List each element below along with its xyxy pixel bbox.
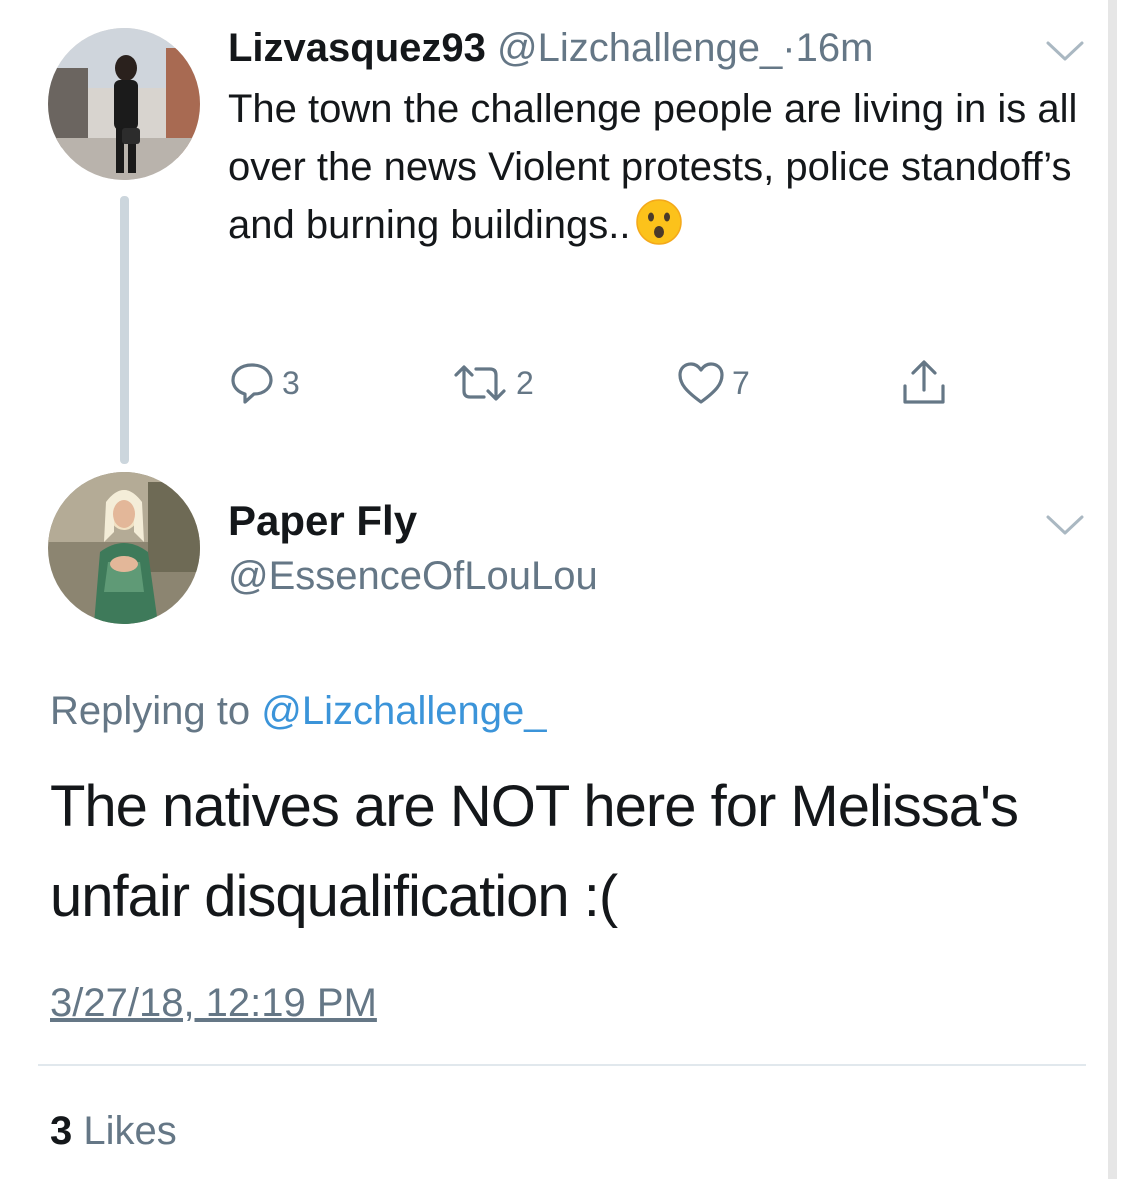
author-name[interactable]: Lizvasquez93 <box>228 26 486 70</box>
like-count: 7 <box>732 364 750 401</box>
reply-count: 3 <box>282 364 300 401</box>
separator-dot: · <box>782 26 796 70</box>
retweet-icon <box>454 365 506 401</box>
replying-to: Replying to @Lizchallenge_ <box>50 686 546 736</box>
reply-timestamp[interactable]: 3/27/18, 12:19 PM <box>50 978 377 1028</box>
heart-icon <box>678 362 724 404</box>
retweet-count: 2 <box>516 364 534 401</box>
thread-line <box>120 196 129 464</box>
likes-label: Likes <box>83 1109 177 1153</box>
reply-author-name[interactable]: Paper Fly <box>228 496 417 546</box>
share-icon <box>903 360 945 404</box>
reply-text-line-1: The natives are NOT here for Melissa's <box>50 774 1019 839</box>
retweet-button[interactable]: 2 <box>450 358 534 408</box>
chevron-down-icon[interactable] <box>1044 512 1086 538</box>
hushed-face-emoji <box>635 198 683 262</box>
likes-summary[interactable]: 3 Likes <box>50 1106 177 1156</box>
like-button[interactable]: 7 <box>676 358 750 408</box>
tweet-header: Lizvasquez93 @Lizchallenge_·16m <box>228 26 873 70</box>
divider <box>38 1064 1086 1066</box>
reply-button[interactable]: 3 <box>228 358 300 408</box>
reply-author-handle[interactable]: @EssenceOfLouLou <box>228 552 598 600</box>
avatar[interactable] <box>48 28 200 180</box>
reply-icon <box>231 363 273 404</box>
avatar[interactable] <box>48 472 200 624</box>
reply-text-line-2: unfair disqualification :( <box>50 864 618 929</box>
scroll-indicator[interactable] <box>1108 0 1117 1179</box>
replying-to-label: Replying to <box>50 689 251 733</box>
tweet-time[interactable]: 16m <box>796 26 874 70</box>
chevron-down-icon[interactable] <box>1044 38 1086 64</box>
author-handle[interactable]: @Lizchallenge_ <box>497 26 782 70</box>
share-button[interactable] <box>900 358 948 408</box>
likes-count: 3 <box>50 1109 73 1153</box>
tweet-text: The town the challenge people are living… <box>228 80 1088 262</box>
replying-to-mention[interactable]: @Lizchallenge_ <box>261 689 546 733</box>
reply-text: The natives are NOT here for Melissa's u… <box>50 762 1100 942</box>
